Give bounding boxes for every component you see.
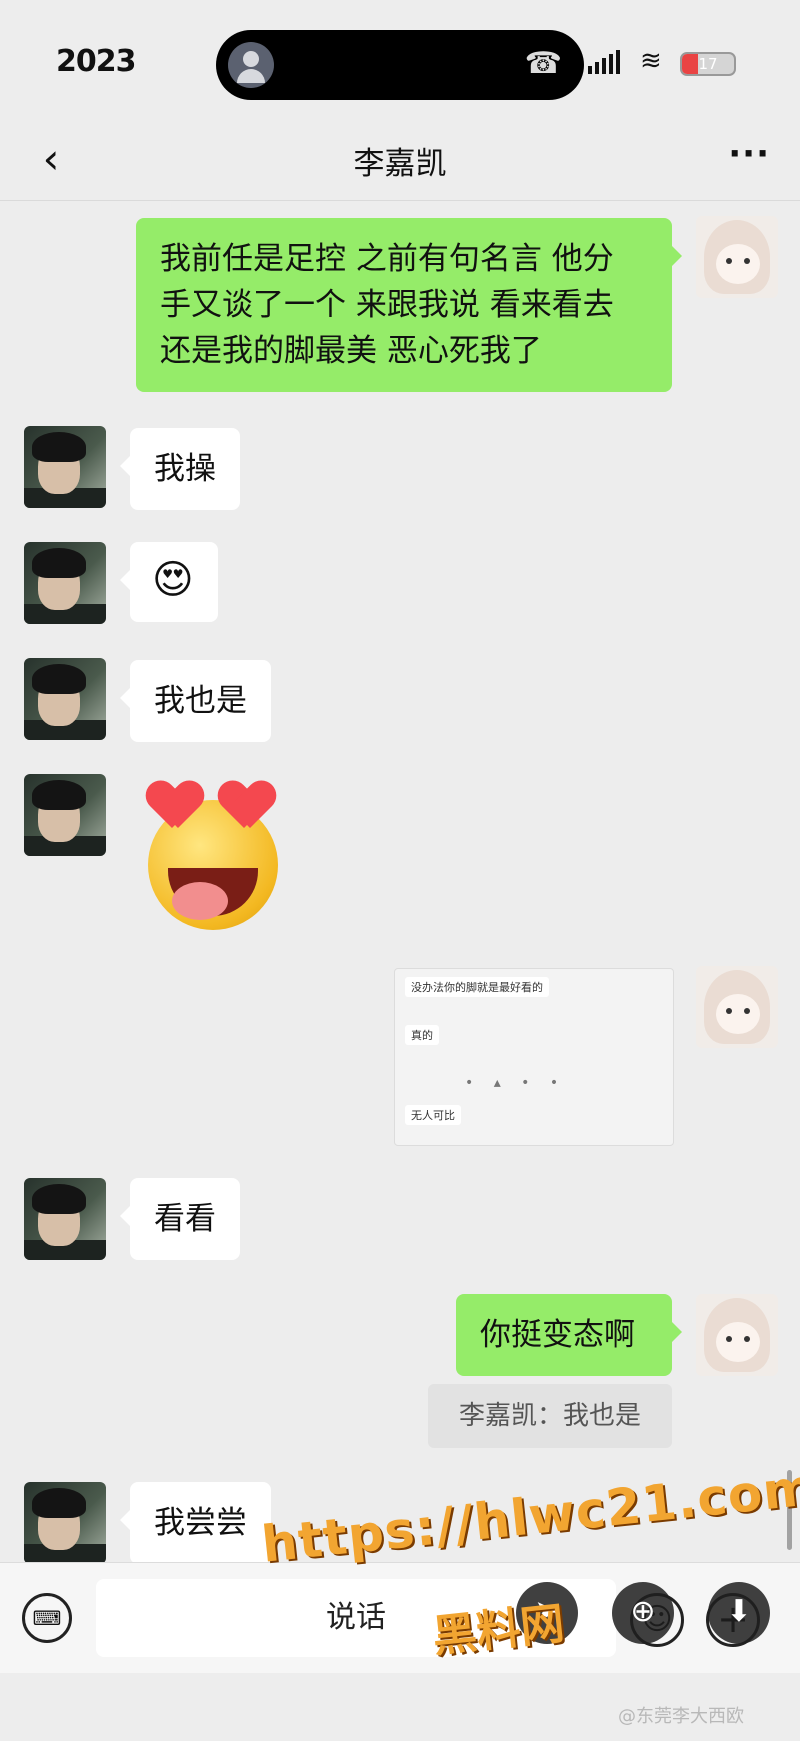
- battery-level: 17: [698, 55, 718, 73]
- message-text: 我操: [154, 451, 216, 487]
- quoted-message[interactable]: 李嘉凯：我也是: [428, 1384, 672, 1448]
- message-bubble-out[interactable]: 我前任是足控 之前有句名言 他分 手又谈了一个 来跟我说 看来看去 还是我的脚最…: [136, 218, 682, 392]
- dynamic-island[interactable]: ☎: [216, 30, 584, 100]
- message-text-line: 我前任是足控 之前有句名言 他分: [160, 241, 614, 277]
- message-bubble-in[interactable]: 看看: [120, 1178, 240, 1260]
- watermark-url: https://hlwc21.com: [258, 1457, 800, 1574]
- chat-header: ‹ 李嘉凯 ···: [0, 120, 800, 201]
- message-text: 我尝尝: [154, 1505, 247, 1541]
- keyboard-icon[interactable]: ⌨: [22, 1593, 72, 1643]
- message-bubble-in[interactable]: 我也是: [120, 660, 271, 742]
- message-bubble-out[interactable]: 你挺变态啊: [456, 1294, 682, 1376]
- heart-eyes-emoji-icon: 😍: [152, 557, 194, 603]
- message-text-line: 手又谈了一个 来跟我说 看来看去: [160, 287, 614, 323]
- my-avatar[interactable]: [696, 1294, 778, 1376]
- weibo-watermark: @东莞李大西欧: [618, 1706, 744, 1727]
- image-message[interactable]: 没办法你的脚就是最好看的 真的 • ▴ • • 无人可比: [394, 968, 674, 1146]
- chat-title: 李嘉凯: [353, 146, 447, 182]
- input-bar: ⌨ 说话 ☺ +: [0, 1562, 800, 1673]
- contact-avatar[interactable]: [24, 542, 106, 624]
- phone-hangup-icon[interactable]: ☎: [525, 46, 562, 81]
- message-bubble-in[interactable]: 😍: [120, 542, 218, 622]
- message-bubble-in[interactable]: 我操: [120, 428, 240, 510]
- message-text-line: 还是我的脚最美 恶心死我了: [160, 333, 542, 369]
- status-bar: 2023 ☎ ≋ 17: [0, 0, 800, 120]
- image-text-line: 没办法你的脚就是最好看的: [405, 977, 549, 997]
- my-avatar[interactable]: [696, 966, 778, 1048]
- contact-avatar[interactable]: [24, 426, 106, 508]
- battery-icon: 17: [680, 52, 736, 76]
- contact-avatar[interactable]: [24, 774, 106, 856]
- message-bubble-in[interactable]: 我尝尝: [120, 1482, 271, 1564]
- heart-eyes-sticker-icon[interactable]: [138, 770, 298, 930]
- watermark-site: 黑料网: [430, 1598, 567, 1663]
- image-dots: • ▴ • •: [465, 1075, 567, 1091]
- message-text: 我也是: [154, 683, 247, 719]
- image-text-line: 无人可比: [405, 1105, 461, 1125]
- contact-avatar[interactable]: [24, 658, 106, 740]
- status-time: 2023: [56, 44, 136, 79]
- caller-avatar-icon: [228, 42, 274, 88]
- message-text: 看看: [154, 1201, 216, 1237]
- message-text: 你挺变态啊: [480, 1317, 635, 1353]
- image-text-line: 真的: [405, 1025, 439, 1045]
- more-icon[interactable]: ···: [728, 134, 770, 174]
- signal-icon: [588, 50, 620, 74]
- wifi-icon: ≋: [640, 46, 662, 76]
- download-overlay-icon[interactable]: ⬇: [708, 1582, 770, 1644]
- contact-avatar[interactable]: [24, 1178, 106, 1260]
- my-avatar[interactable]: [696, 216, 778, 298]
- contact-avatar[interactable]: [24, 1482, 106, 1564]
- target-overlay-icon[interactable]: ⊕: [612, 1582, 674, 1644]
